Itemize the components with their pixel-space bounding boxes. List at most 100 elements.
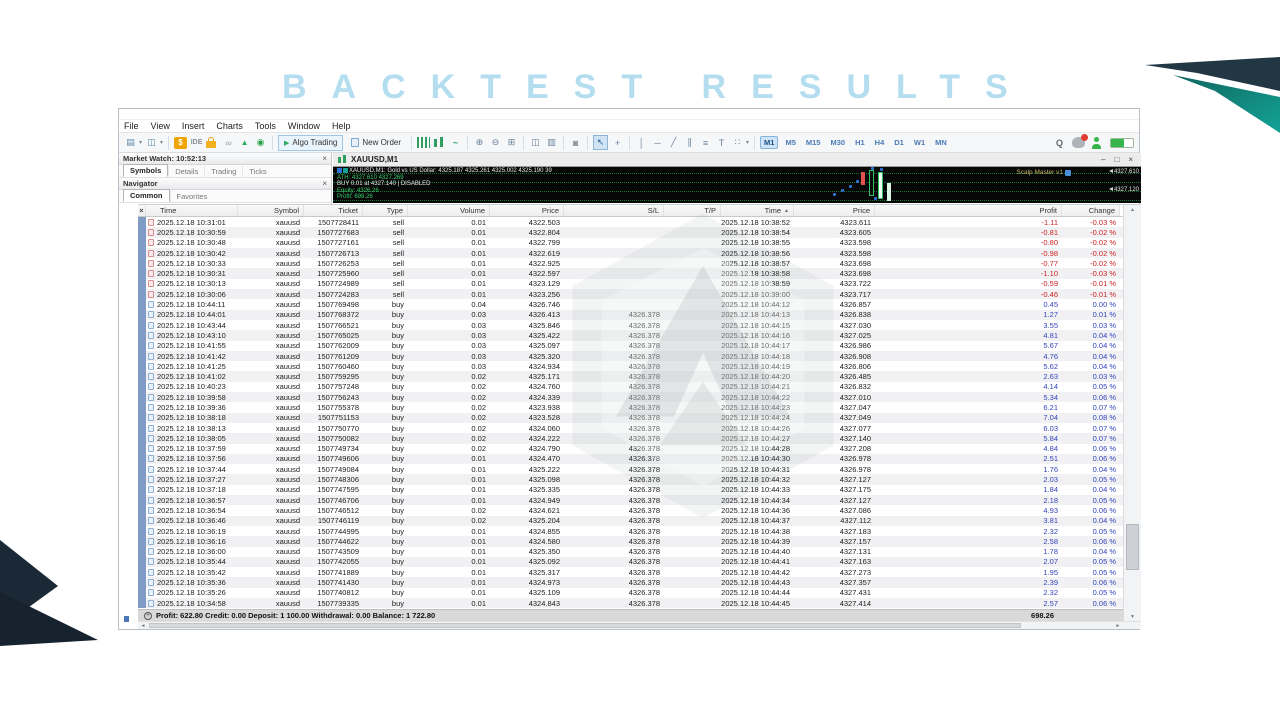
vertical-line-icon[interactable]: │ — [635, 135, 648, 150]
timeframe-h1[interactable]: H1 — [852, 137, 868, 148]
close-toolbox-icon[interactable]: × — [138, 205, 146, 216]
table-row[interactable]: 2025.12.18 10:41:02xauusd1507759295buy0.… — [138, 371, 1141, 381]
menu-item-help[interactable]: Help — [332, 121, 351, 131]
zoom-out-icon[interactable]: ⊖ — [489, 135, 502, 150]
timeframe-h4[interactable]: H4 — [872, 137, 888, 148]
bar-chart-icon[interactable] — [417, 137, 430, 148]
table-row[interactable]: 2025.12.18 10:35:36xauusd1507741430buy0.… — [138, 577, 1141, 587]
table-row[interactable]: 2025.12.18 10:41:25xauusd1507760460buy0.… — [138, 361, 1141, 371]
chevron-down-icon[interactable]: ▾ — [746, 139, 749, 146]
chevron-down-icon[interactable]: ▾ — [139, 139, 142, 146]
fibonacci-icon[interactable]: ≡ — [699, 135, 712, 150]
table-row[interactable]: 2025.12.18 10:30:13xauusd1507724989sell0… — [138, 279, 1141, 289]
table-row[interactable]: 2025.12.18 10:34:58xauusd1507739335buy0.… — [138, 598, 1141, 608]
indicator-list-icon[interactable]: ▥ — [545, 135, 558, 150]
publish-icon[interactable]: ▲ — [238, 135, 251, 150]
close-icon[interactable]: × — [322, 154, 327, 163]
table-row[interactable]: 2025.12.18 10:43:44xauusd1507766521buy0.… — [138, 320, 1141, 330]
table-row[interactable]: 2025.12.18 10:36:46xauusd1507746119buy0.… — [138, 516, 1141, 526]
line-chart-icon[interactable]: ~ — [449, 135, 462, 150]
algo-trading-button[interactable]: ▶ Algo Trading — [278, 135, 343, 151]
menu-item-file[interactable]: File — [124, 121, 139, 131]
metaeditor-ide-icon[interactable]: IDE — [190, 135, 203, 150]
table-row[interactable]: 2025.12.18 10:35:44xauusd1507742055buy0.… — [138, 557, 1141, 567]
table-row[interactable]: 2025.12.18 10:40:23xauusd1507757248buy0.… — [138, 382, 1141, 392]
menu-item-charts[interactable]: Charts — [216, 121, 243, 131]
table-row[interactable]: 2025.12.18 10:38:13xauusd1507750770buy0.… — [138, 423, 1141, 433]
timeframe-m30[interactable]: M30 — [827, 137, 848, 148]
table-row[interactable]: 2025.12.18 10:37:27xauusd1507748306buy0.… — [138, 474, 1141, 484]
lock-icon[interactable] — [206, 136, 219, 149]
column-header-ticket[interactable]: Ticket — [304, 205, 363, 216]
scroll-up-icon[interactable]: ▲ — [1124, 205, 1141, 215]
menu-item-tools[interactable]: Tools — [255, 121, 276, 131]
channel-icon[interactable]: ∥ — [683, 135, 696, 150]
plus-icon[interactable]: + — [144, 612, 152, 620]
table-row[interactable]: 2025.12.18 10:37:44xauusd1507749084buy0.… — [138, 464, 1141, 474]
column-header-type[interactable]: Type — [363, 205, 408, 216]
table-row[interactable]: 2025.12.18 10:30:59xauusd1507727683sell0… — [138, 227, 1141, 237]
column-header-symbol[interactable]: Symbol — [238, 205, 304, 216]
zoom-in-icon[interactable]: ⊕ — [473, 135, 486, 150]
table-row[interactable]: 2025.12.18 10:36:00xauusd1507743509buy0.… — [138, 547, 1141, 557]
table-row[interactable]: 2025.12.18 10:36:16xauusd1507744622buy0.… — [138, 536, 1141, 546]
table-row[interactable]: 2025.12.18 10:30:33xauusd1507726253sell0… — [138, 258, 1141, 268]
table-row[interactable]: 2025.12.18 10:30:31xauusd1507725960sell0… — [138, 268, 1141, 278]
column-header-price[interactable]: Price — [490, 205, 564, 216]
chart-profile-icon[interactable]: ▤ — [124, 135, 137, 150]
table-row[interactable]: 2025.12.18 10:36:19xauusd1507744995buy0.… — [138, 526, 1141, 536]
table-row[interactable]: 2025.12.18 10:44:11xauusd1507769498buy0.… — [138, 299, 1141, 309]
table-row[interactable]: 2025.12.18 10:30:48xauusd1507727161sell0… — [138, 238, 1141, 248]
column-header-sl[interactable]: S/L — [564, 205, 664, 216]
table-row[interactable]: 2025.12.18 10:37:56xauusd1507749606buy0.… — [138, 454, 1141, 464]
timeframe-m1[interactable]: M1 — [760, 136, 778, 149]
candlestick-chart-icon[interactable] — [433, 137, 446, 148]
table-row[interactable]: 2025.12.18 10:39:58xauusd1507756243buy0.… — [138, 392, 1141, 402]
scroll-right-icon[interactable]: ► — [1113, 622, 1123, 629]
table-row[interactable]: 2025.12.18 10:41:55xauusd1507762009buy0.… — [138, 341, 1141, 351]
table-row[interactable]: 2025.12.18 10:35:26xauusd1507740812buy0.… — [138, 588, 1141, 598]
scroll-left-icon[interactable]: ◄ — [138, 622, 148, 629]
table-row[interactable]: 2025.12.18 10:37:18xauusd1507747595buy0.… — [138, 485, 1141, 495]
menu-item-insert[interactable]: Insert — [182, 121, 205, 131]
table-row[interactable]: 2025.12.18 10:43:10xauusd1507765025buy0.… — [138, 330, 1141, 340]
chart-canvas[interactable]: XAUUSD,M1: Gold vs US Dollar: 4325.187 4… — [333, 167, 1141, 203]
chart-titlebar[interactable]: XAUUSD,M1 –□× — [333, 153, 1141, 167]
timeframe-w1[interactable]: W1 — [911, 137, 928, 148]
window-layout-icon[interactable]: ◫ — [145, 135, 158, 150]
timeframe-d1[interactable]: D1 — [891, 137, 907, 148]
scrollbar-thumb[interactable] — [149, 623, 1021, 628]
table-row[interactable]: 2025.12.18 10:30:42xauusd1507726713sell0… — [138, 248, 1141, 258]
connection-icon[interactable]: ∞ — [222, 135, 235, 150]
navigator-tab-common[interactable]: Common — [123, 189, 170, 202]
grid-icon[interactable]: ⊞ — [505, 135, 518, 150]
indicator-window-icon[interactable]: ◫ — [529, 135, 542, 150]
table-row[interactable]: 2025.12.18 10:30:06xauusd1507724283sell0… — [138, 289, 1141, 299]
table-row[interactable]: 2025.12.18 10:37:59xauusd1507749734buy0.… — [138, 444, 1141, 454]
table-row[interactable]: 2025.12.18 10:44:01xauusd1507768372buy0.… — [138, 310, 1141, 320]
horizontal-scrollbar[interactable]: ◄ ► — [138, 621, 1141, 629]
community-icon[interactable]: ◉ — [254, 135, 267, 150]
trendline-icon[interactable]: ╱ — [667, 135, 680, 150]
search-icon[interactable]: Q — [1053, 135, 1066, 150]
shapes-icon[interactable]: ∷ — [731, 135, 744, 150]
table-row[interactable]: 2025.12.18 10:31:01xauusd1507728411sell0… — [138, 217, 1141, 227]
table-row[interactable]: 2025.12.18 10:35:42xauusd1507741889buy0.… — [138, 567, 1141, 577]
scrollbar-thumb[interactable] — [1126, 524, 1139, 570]
column-header-price-close[interactable]: Price — [794, 205, 875, 216]
menu-item-view[interactable]: View — [151, 121, 170, 131]
column-header-volume[interactable]: Volume — [408, 205, 490, 216]
close-icon[interactable]: × — [322, 179, 327, 188]
timeframe-m5[interactable]: M5 — [782, 137, 798, 148]
text-tool-icon[interactable]: T — [715, 135, 728, 150]
maximize-icon[interactable]: □ — [1114, 155, 1119, 164]
horizontal-line-icon[interactable]: ─ — [651, 135, 664, 150]
notifications-icon[interactable] — [1072, 137, 1085, 148]
table-row[interactable]: 2025.12.18 10:38:05xauusd1507750082buy0.… — [138, 433, 1141, 443]
timeframe-mn[interactable]: MN — [932, 137, 950, 148]
table-row[interactable]: 2025.12.18 10:36:54xauusd1507746512buy0.… — [138, 505, 1141, 515]
column-header-time-close[interactable]: Time▲ — [721, 205, 794, 216]
table-row[interactable]: 2025.12.18 10:39:36xauusd1507755378buy0.… — [138, 402, 1141, 412]
column-header-tp[interactable]: T/P — [664, 205, 721, 216]
menu-item-window[interactable]: Window — [288, 121, 320, 131]
